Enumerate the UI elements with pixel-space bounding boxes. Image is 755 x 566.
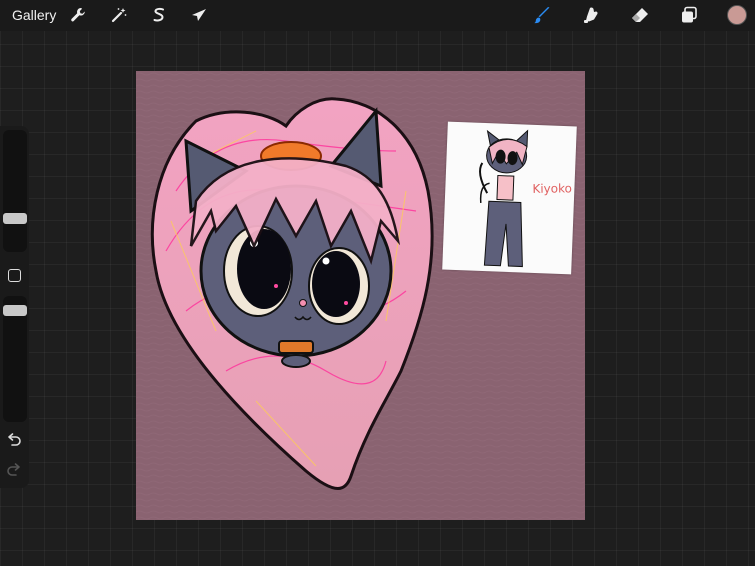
gallery-button[interactable]: Gallery (12, 7, 56, 23)
eraser-icon[interactable] (630, 5, 650, 25)
undo-icon[interactable] (5, 432, 23, 448)
reference-sketch: Kiyoko (442, 121, 577, 275)
square-icon[interactable] (8, 269, 21, 282)
drawing-canvas[interactable]: Kiyoko (136, 71, 585, 520)
arrow-cursor-icon[interactable] (190, 5, 210, 25)
smudge-icon[interactable] (581, 5, 601, 25)
brush-size-slider[interactable] (3, 130, 27, 252)
brush-size-thumb[interactable] (3, 213, 27, 225)
left-sidebar (0, 126, 29, 488)
redo-icon[interactable] (5, 462, 23, 478)
color-swatch-button[interactable] (727, 5, 747, 25)
selection-s-icon[interactable] (149, 5, 169, 25)
brush-icon[interactable] (532, 5, 552, 25)
opacity-thumb[interactable] (3, 305, 27, 317)
top-toolbar: Gallery (0, 0, 755, 31)
magic-wand-icon[interactable] (109, 5, 129, 25)
wrench-icon[interactable] (68, 5, 88, 25)
character-name-label: Kiyoko (532, 181, 573, 196)
layers-icon[interactable] (679, 5, 699, 25)
